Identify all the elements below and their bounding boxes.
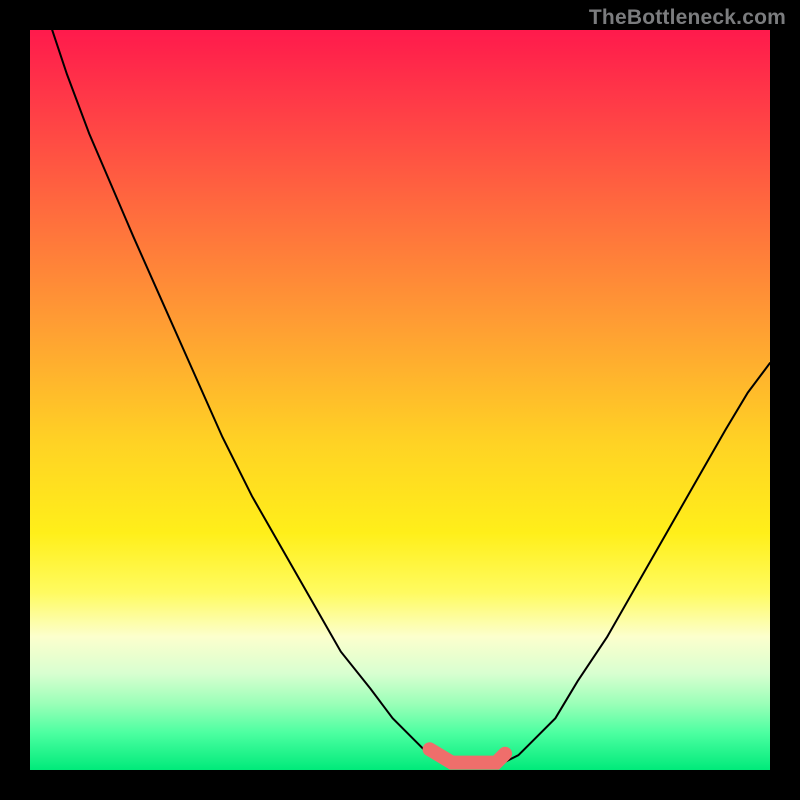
left-curve-path	[52, 30, 448, 763]
plot-area	[30, 30, 770, 770]
chart-stage: TheBottleneck.com	[0, 0, 800, 800]
right-curve-path	[504, 363, 770, 763]
watermark-label: TheBottleneck.com	[589, 6, 786, 30]
valley-highlight-path	[430, 749, 505, 762]
curve-overlay	[30, 30, 770, 770]
